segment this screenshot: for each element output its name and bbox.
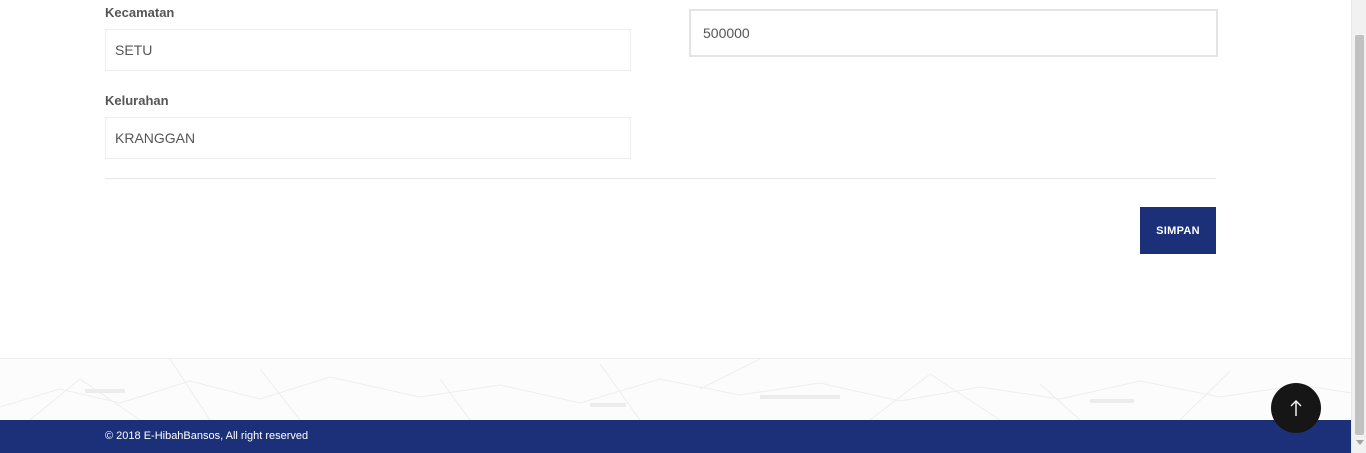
- back-to-top-button[interactable]: [1271, 383, 1321, 433]
- scroll-down-arrow-icon[interactable]: [1356, 440, 1364, 445]
- footer-bar: © 2018 E-HibahBansos, All right reserved: [0, 420, 1351, 453]
- kelurahan-field[interactable]: [105, 117, 631, 159]
- page: Kecamatan Kelurahan SIMPAN: [0, 0, 1366, 453]
- save-button[interactable]: SIMPAN: [1140, 207, 1216, 254]
- footer-map-background: [0, 359, 1351, 420]
- copyright-text: © 2018 E-HibahBansos, All right reserved: [105, 430, 309, 442]
- kecamatan-label: Kecamatan: [105, 5, 175, 20]
- amount-field[interactable]: [689, 9, 1218, 57]
- map-pattern: [0, 359, 1351, 420]
- kecamatan-field[interactable]: [105, 29, 631, 71]
- kelurahan-label: Kelurahan: [105, 93, 169, 108]
- vertical-scrollbar[interactable]: [1351, 0, 1366, 453]
- form-divider: [105, 178, 1216, 179]
- arrow-up-icon: [1289, 399, 1303, 417]
- main-content: Kecamatan Kelurahan SIMPAN: [0, 0, 1351, 453]
- scrollbar-thumb[interactable]: [1355, 35, 1364, 435]
